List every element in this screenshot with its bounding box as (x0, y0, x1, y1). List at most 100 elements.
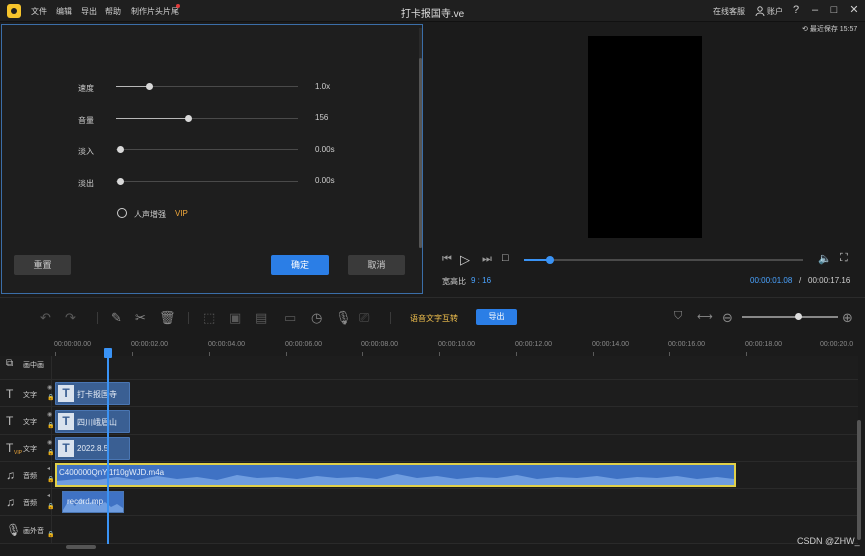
text-clip-label: 打卡报国寺 (77, 390, 117, 399)
properties-scrollbar[interactable] (419, 28, 422, 248)
marker-icon[interactable]: ⛉ (674, 310, 682, 323)
picture-in-picture-icon: ⧉ (6, 358, 14, 369)
timeline-horizontal-scrollbar[interactable] (58, 544, 818, 550)
maximize-icon[interactable]: □ (827, 3, 841, 17)
lock-icon[interactable]: 🔒 (47, 449, 54, 456)
fade-in-value: 0.00s (315, 145, 335, 154)
play-icon[interactable]: ▷ (460, 252, 470, 268)
track-pip[interactable]: ⧉ 画中画 (0, 356, 858, 380)
mosaic-icon[interactable]: ▣ (229, 310, 241, 326)
timeline-vertical-scrollbar[interactable] (857, 420, 861, 540)
ruler-tick: 00:00:08.00 (361, 341, 398, 348)
audio-clip-selected[interactable]: C400000QnYi1f10gWJD.m4a (55, 463, 736, 487)
text-clip-icon: T (58, 385, 74, 402)
ruler-tick: 00:00:16.00 (668, 341, 705, 348)
text-clip[interactable]: T 打卡报国寺 (55, 382, 130, 405)
export-button[interactable]: 导出 (476, 309, 517, 325)
confirm-button[interactable]: 确定 (271, 255, 329, 275)
save-status: ⟲ 最近保存 15:57 (802, 26, 858, 33)
account-link[interactable]: 账户 (767, 6, 783, 17)
fit-width-icon[interactable]: ⟷ (697, 310, 713, 323)
previous-frame-icon[interactable]: ⏮ (442, 253, 452, 266)
track-name: 画外音 (23, 528, 44, 535)
audio-clip[interactable]: record.mp (62, 491, 124, 513)
track-header: ⧉ 画中画 (0, 356, 52, 379)
timeline-zoom-handle[interactable] (795, 313, 802, 320)
fade-out-value: 0.00s (315, 176, 335, 185)
track-name: 音频 (23, 500, 37, 507)
fade-in-label: 淡入 (78, 147, 94, 156)
ruler-tick: 00:00:20.0 (820, 341, 854, 348)
speed-slider-handle[interactable] (146, 83, 153, 90)
lock-icon[interactable]: 🔒 (47, 531, 54, 538)
cancel-button[interactable]: 取消 (348, 255, 405, 275)
next-frame-icon[interactable]: ⏭ (482, 253, 492, 266)
aspect-ratio-value[interactable]: 9 : 16 (471, 276, 491, 285)
reset-button[interactable]: 重置 (14, 255, 71, 275)
vip-badge: VIP (175, 209, 188, 218)
eye-icon[interactable]: ◉ (47, 384, 52, 391)
track-audio-2[interactable]: ♫ 音频 ◂ 🔒 (0, 489, 858, 516)
fade-in-slider-handle[interactable] (117, 146, 124, 153)
undo-icon[interactable]: ↶ (40, 310, 51, 326)
fullscreen-icon[interactable]: ⛶ (840, 252, 848, 265)
text-icon: T (6, 387, 14, 401)
voice-enhance-label: 人声增强 (134, 210, 166, 219)
ruler-tick: 00:00:12.00 (515, 341, 552, 348)
help-icon[interactable]: ? (789, 3, 803, 17)
screen-record-icon[interactable]: ⎚ (359, 310, 369, 326)
fade-in-slider[interactable] (116, 149, 298, 150)
volume-icon[interactable]: 🔈 (818, 252, 832, 265)
fade-out-label: 淡出 (78, 179, 94, 188)
text-clip-label: 2022.8.5 (77, 444, 109, 453)
track-voiceover[interactable]: 🎙 画外音 🔒 (0, 516, 858, 544)
track-header: ♫ 音频 ◂ 🔒 (0, 489, 54, 515)
online-support-link[interactable]: 在线客服 (713, 6, 745, 17)
playback-progress-handle[interactable] (546, 256, 554, 264)
vip-tag: VIP (14, 450, 23, 456)
track-name: 文字 (23, 446, 37, 453)
edit-pencil-icon[interactable]: ✎ (111, 310, 122, 326)
track-name: 文字 (23, 419, 37, 426)
playhead-line[interactable] (107, 350, 109, 544)
voice-enhance-radio[interactable] (117, 208, 127, 218)
duration-clock-icon[interactable]: ◷ (311, 310, 322, 326)
user-icon[interactable] (755, 6, 765, 18)
delete-icon[interactable]: 🗑 (159, 310, 176, 326)
lock-icon[interactable]: 🔒 (47, 422, 54, 429)
timeline-zoom-slider[interactable] (742, 316, 838, 318)
close-icon[interactable]: ✕ (847, 3, 861, 17)
text-clip[interactable]: T 四川峨眉山 (55, 410, 130, 433)
lock-icon[interactable]: 🔒 (47, 503, 54, 510)
film-icon[interactable]: ▤ (255, 310, 267, 326)
record-microphone-icon[interactable]: 🎙 (335, 310, 352, 326)
lock-icon[interactable]: 🔒 (47, 476, 54, 483)
crop-icon[interactable]: ⬚ (203, 310, 215, 326)
scissors-icon[interactable]: ✂ (135, 310, 146, 326)
text-clip-icon: T (58, 413, 74, 430)
aspect-ratio-label: 宽高比 (442, 277, 466, 286)
zoom-out-icon[interactable]: ⊖ (722, 310, 733, 326)
eye-icon[interactable]: ◉ (47, 411, 52, 418)
eye-icon[interactable]: ◉ (47, 439, 52, 446)
minimize-icon[interactable]: – (808, 3, 822, 17)
text-clip[interactable]: T 2022.8.5 (55, 437, 130, 460)
track-header: 🎙 画外音 🔒 (0, 516, 54, 543)
video-preview-screen[interactable] (588, 36, 702, 238)
fade-out-slider[interactable] (116, 181, 298, 182)
zoom-in-icon[interactable]: ⊕ (842, 310, 853, 326)
speech-to-text-button[interactable]: 语音文字互转 (410, 313, 458, 324)
speaker-icon[interactable]: ◂ (47, 492, 50, 499)
timeline-ruler[interactable] (0, 338, 865, 356)
stop-icon[interactable]: □ (502, 252, 509, 264)
playback-progress-bar[interactable] (524, 259, 803, 261)
track-header: T 文字 ◉ 🔒 (0, 407, 54, 434)
lock-icon[interactable]: 🔒 (47, 394, 54, 401)
redo-icon[interactable]: ↷ (65, 310, 76, 326)
fade-out-slider-handle[interactable] (117, 178, 124, 185)
speaker-icon[interactable]: ◂ (47, 465, 50, 472)
freeze-frame-icon[interactable]: ▭ (284, 310, 296, 326)
volume-slider-handle[interactable] (185, 115, 192, 122)
track-header: T 文字 ◉ 🔒 (0, 380, 54, 406)
music-note-icon: ♫ (6, 468, 15, 482)
